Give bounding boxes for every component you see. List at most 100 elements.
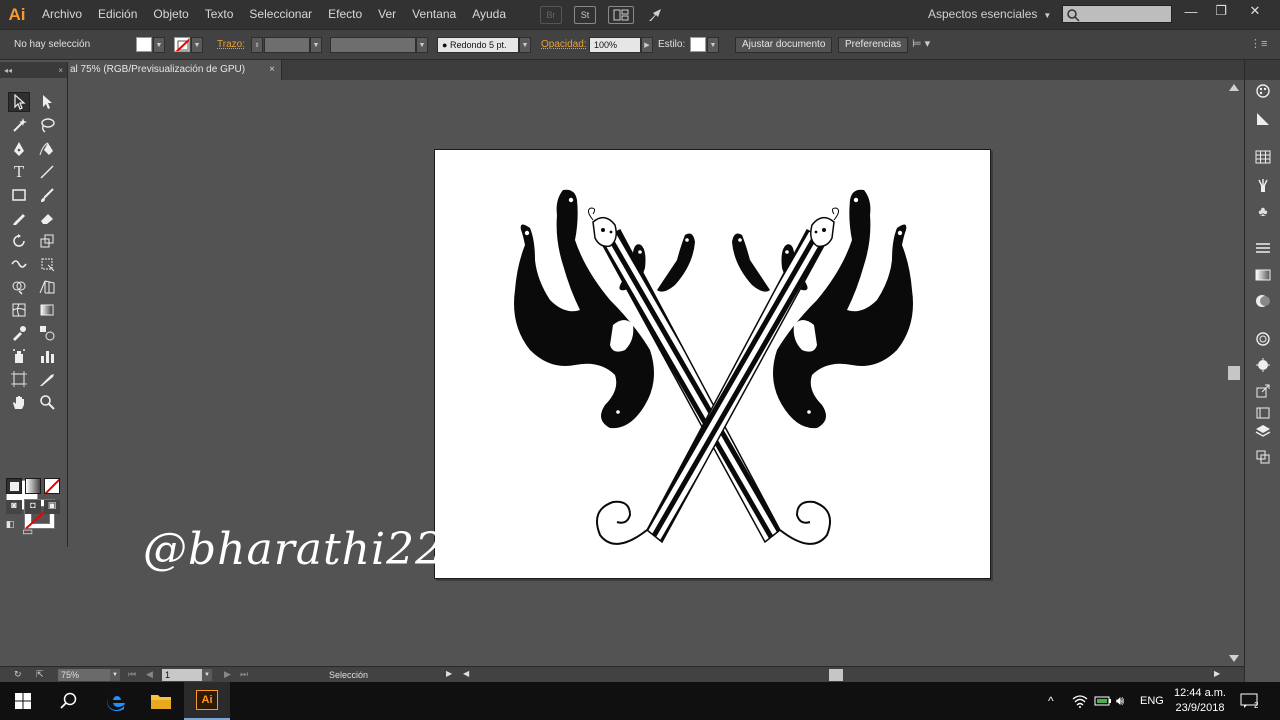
export-icon[interactable]: ⇱ bbox=[36, 669, 44, 681]
stroke-panel-icon[interactable] bbox=[1253, 240, 1273, 258]
search-button[interactable] bbox=[46, 682, 92, 720]
draw-behind-icon[interactable]: ◘ bbox=[25, 500, 41, 514]
asset-export-icon[interactable] bbox=[1253, 382, 1273, 400]
type-tool[interactable]: T bbox=[8, 162, 30, 182]
next-artboard-icon[interactable]: ▶ bbox=[224, 669, 231, 681]
scroll-up-arrow[interactable] bbox=[1229, 84, 1239, 91]
variable-width-profile[interactable] bbox=[330, 37, 416, 53]
selection-tool[interactable] bbox=[8, 92, 30, 112]
workspace-switcher[interactable]: Aspectos esenciales ▼ bbox=[928, 0, 1051, 29]
toolbox-header[interactable]: ◂◂ × bbox=[0, 62, 67, 78]
stroke-weight-dropdown[interactable]: ▼ bbox=[310, 37, 322, 53]
wifi-icon[interactable] bbox=[1072, 682, 1088, 720]
fill-dropdown[interactable]: ▼ bbox=[153, 37, 165, 53]
artboard[interactable] bbox=[434, 149, 991, 579]
menu-seleccionar[interactable]: Seleccionar bbox=[241, 0, 320, 29]
menu-edicion[interactable]: Edición bbox=[90, 0, 145, 29]
stroke-dropdown[interactable]: ▼ bbox=[191, 37, 203, 53]
scale-tool[interactable] bbox=[36, 231, 58, 251]
menu-ventana[interactable]: Ventana bbox=[404, 0, 464, 29]
close-icon[interactable]: × bbox=[269, 60, 275, 80]
magic-wand-tool[interactable] bbox=[8, 115, 30, 135]
perspective-grid-tool[interactable] bbox=[36, 277, 58, 297]
status-menu-arrow[interactable]: ▶ bbox=[446, 669, 452, 681]
layers-panel-icon[interactable] bbox=[1253, 422, 1273, 440]
artboards-panel-icon[interactable] bbox=[1253, 404, 1273, 422]
language-indicator[interactable]: ENG bbox=[1140, 682, 1164, 720]
libraries-panel-icon[interactable] bbox=[1253, 448, 1273, 466]
stroke-weight-stepper[interactable]: ⇕ bbox=[251, 37, 263, 53]
scroll-left-arrow[interactable]: ◀ bbox=[463, 669, 469, 681]
curvature-tool[interactable] bbox=[36, 139, 58, 159]
minimize-button[interactable]: — bbox=[1174, 0, 1208, 22]
illustrator-taskbar-button[interactable]: Ai bbox=[184, 682, 230, 720]
blend-tool[interactable] bbox=[36, 323, 58, 343]
align-options-icon[interactable]: ⊨ ▾ bbox=[912, 37, 938, 53]
edge-browser-button[interactable] bbox=[93, 682, 139, 720]
opacity-label[interactable]: Opacidad: bbox=[541, 37, 587, 53]
document-tab[interactable]: al 75% (RGB/Previsualización de GPU) × bbox=[68, 60, 282, 80]
close-icon[interactable]: × bbox=[58, 66, 63, 75]
screen-mode-icon[interactable]: ▭ bbox=[22, 524, 42, 538]
panel-menu-icon[interactable]: ⋮≡ bbox=[1250, 37, 1267, 53]
gradient-tool[interactable] bbox=[36, 300, 58, 320]
color-mode-button[interactable] bbox=[6, 478, 22, 494]
show-hidden-icons[interactable]: ^ bbox=[1048, 682, 1054, 720]
artwork[interactable] bbox=[435, 150, 992, 580]
direct-selection-tool[interactable] bbox=[36, 92, 58, 112]
zoom-level-input[interactable]: 75% bbox=[58, 669, 110, 681]
variable-width-dropdown[interactable]: ▼ bbox=[416, 37, 428, 53]
paintbrush-tool[interactable] bbox=[36, 185, 58, 205]
vertical-scrollbar[interactable] bbox=[1226, 80, 1242, 666]
stroke-weight-label[interactable]: Trazo: bbox=[217, 37, 245, 53]
bridge-icon[interactable]: Br bbox=[540, 5, 563, 24]
gradient-panel-icon[interactable] bbox=[1253, 266, 1273, 284]
draw-normal-icon[interactable]: ◙ bbox=[6, 500, 22, 514]
scroll-right-arrow[interactable]: ▶ bbox=[1214, 669, 1220, 681]
rotate-tool[interactable] bbox=[8, 231, 30, 251]
brush-definition[interactable]: ● Redondo 5 pt. bbox=[437, 37, 519, 53]
last-artboard-icon[interactable]: ⏭ bbox=[240, 669, 248, 681]
start-button[interactable] bbox=[0, 682, 46, 720]
artboard-tool[interactable] bbox=[8, 369, 30, 389]
arrange-documents-icon[interactable] bbox=[608, 5, 635, 24]
eraser-tool[interactable] bbox=[36, 208, 58, 228]
gpu-performance-icon[interactable] bbox=[646, 6, 666, 24]
pen-tool[interactable] bbox=[8, 139, 30, 159]
shape-builder-tool[interactable] bbox=[8, 277, 30, 297]
eyedropper-tool[interactable] bbox=[8, 323, 30, 343]
file-explorer-button[interactable] bbox=[138, 682, 184, 720]
opacity-input[interactable]: 100% bbox=[589, 37, 641, 53]
stroke-weight-input[interactable] bbox=[264, 37, 310, 53]
artboard-number-input[interactable]: 1 bbox=[162, 669, 202, 681]
restore-button[interactable]: ❐ bbox=[1204, 0, 1238, 22]
stock-icon[interactable]: St bbox=[574, 5, 597, 24]
shaper-tool[interactable] bbox=[8, 208, 30, 228]
fill-swatch[interactable] bbox=[136, 37, 152, 52]
symbols-panel-icon[interactable]: ♣ bbox=[1253, 202, 1273, 220]
stroke-swatch[interactable] bbox=[174, 37, 190, 52]
gradient-mode-button[interactable] bbox=[25, 478, 41, 494]
adjust-document-button[interactable]: Ajustar documento bbox=[735, 37, 833, 53]
appearance-panel-icon[interactable] bbox=[1253, 330, 1273, 348]
volume-icon[interactable]: 🔊︎ bbox=[1116, 682, 1124, 720]
opacity-slider-toggle[interactable]: ▶ bbox=[641, 37, 653, 53]
slice-tool[interactable] bbox=[36, 369, 58, 389]
transparency-panel-icon[interactable] bbox=[1253, 292, 1273, 310]
swatches-panel-icon[interactable] bbox=[1253, 148, 1273, 166]
brushes-panel-icon[interactable] bbox=[1253, 176, 1273, 194]
brush-dropdown[interactable]: ▼ bbox=[519, 37, 531, 53]
menu-ver[interactable]: Ver bbox=[370, 0, 404, 29]
close-button[interactable]: ✕ bbox=[1238, 0, 1272, 22]
hand-tool[interactable] bbox=[8, 392, 30, 412]
battery-icon[interactable] bbox=[1094, 682, 1112, 720]
draw-inside-icon[interactable]: ▣ bbox=[44, 500, 60, 514]
column-graph-tool[interactable] bbox=[36, 346, 58, 366]
line-segment-tool[interactable] bbox=[36, 162, 58, 182]
graphic-styles-icon[interactable] bbox=[1253, 356, 1273, 374]
scroll-down-arrow[interactable] bbox=[1229, 655, 1239, 662]
none-mode-button[interactable] bbox=[44, 478, 60, 494]
graphic-style-swatch[interactable] bbox=[690, 37, 706, 52]
menu-objeto[interactable]: Objeto bbox=[145, 0, 196, 29]
search-input[interactable] bbox=[1062, 5, 1172, 23]
